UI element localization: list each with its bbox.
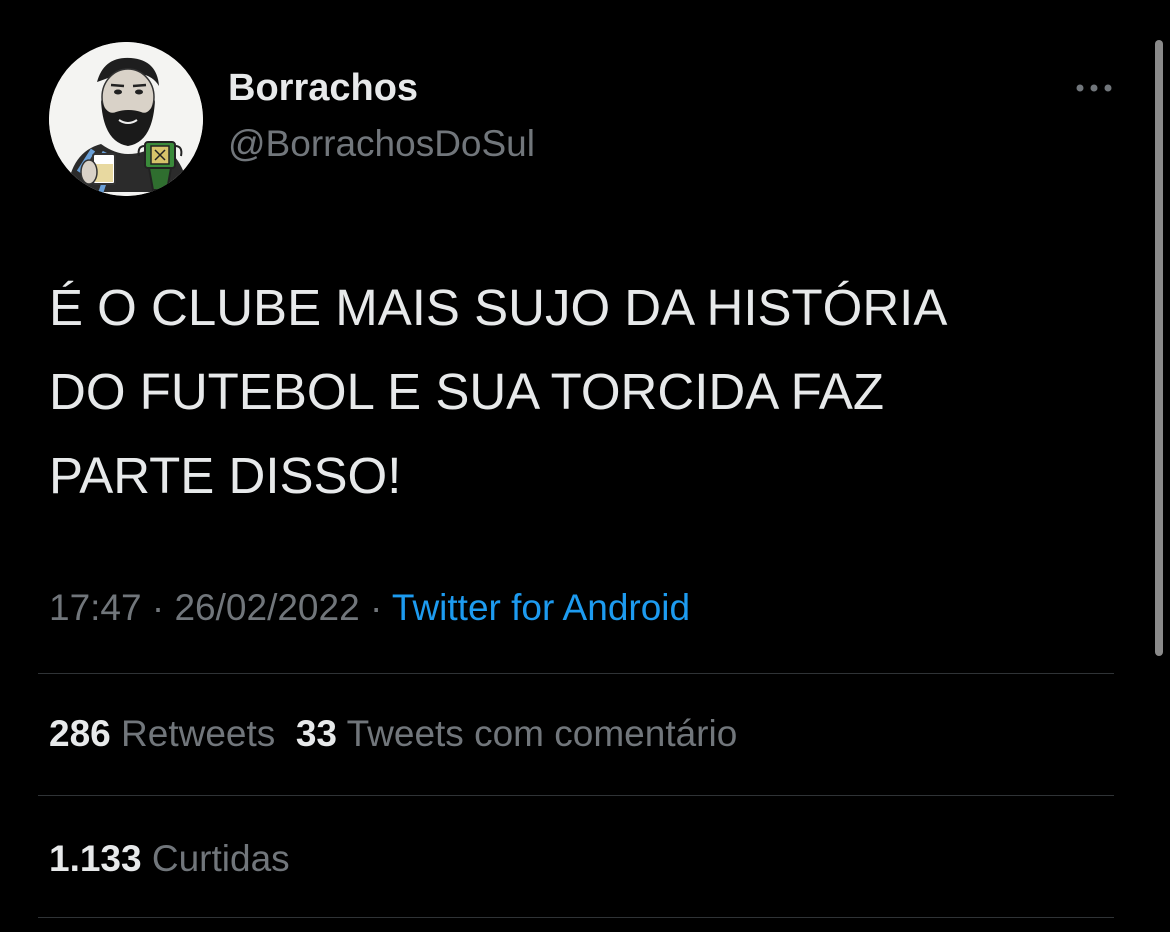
scrollbar[interactable]	[1155, 40, 1163, 656]
likes-stat[interactable]: 1.133 Curtidas	[49, 838, 290, 879]
meta-separator: ·	[369, 587, 383, 628]
divider	[38, 917, 1114, 918]
retweets-count: 286	[49, 713, 111, 754]
user-handle[interactable]: @BorrachosDoSul	[228, 120, 535, 168]
tweet-text: É O CLUBE MAIS SUJO DA HISTÓRIA DO FUTEB…	[49, 266, 1139, 518]
quotes-stat[interactable]: 33 Tweets com comentário	[296, 713, 738, 754]
retweets-label: Retweets	[121, 713, 276, 754]
quotes-count: 33	[295, 713, 337, 754]
divider	[38, 673, 1114, 674]
likes-label: Curtidas	[151, 838, 290, 879]
tweet-text-line: DO FUTEBOL E SUA TORCIDA FAZ	[49, 363, 885, 420]
likes-count: 1.133	[49, 838, 142, 879]
caricature-avatar-icon	[49, 42, 203, 196]
retweets-stat[interactable]: 286 Retweets	[49, 713, 275, 754]
tweet-source-link[interactable]: Twitter for Android	[392, 587, 690, 628]
avatar[interactable]	[49, 42, 203, 196]
likes-stats: 1.133 Curtidas	[49, 835, 290, 883]
display-name[interactable]: Borrachos	[228, 64, 418, 112]
more-horizontal-icon[interactable]	[1070, 72, 1118, 104]
meta-separator: ·	[151, 587, 165, 628]
tweet-date[interactable]: 26/02/2022	[174, 587, 359, 628]
tweet-text-line: PARTE DISSO!	[49, 447, 402, 504]
tweet-time[interactable]: 17:47	[49, 587, 142, 628]
tweet-text-line: É O CLUBE MAIS SUJO DA HISTÓRIA	[49, 279, 948, 336]
quotes-label: Tweets com comentário	[346, 713, 738, 754]
divider	[38, 795, 1114, 796]
retweet-stats: 286 Retweets 33 Tweets com comentário	[49, 710, 737, 758]
tweet-meta: 17:47 · 26/02/2022 · Twitter for Android	[49, 584, 690, 632]
